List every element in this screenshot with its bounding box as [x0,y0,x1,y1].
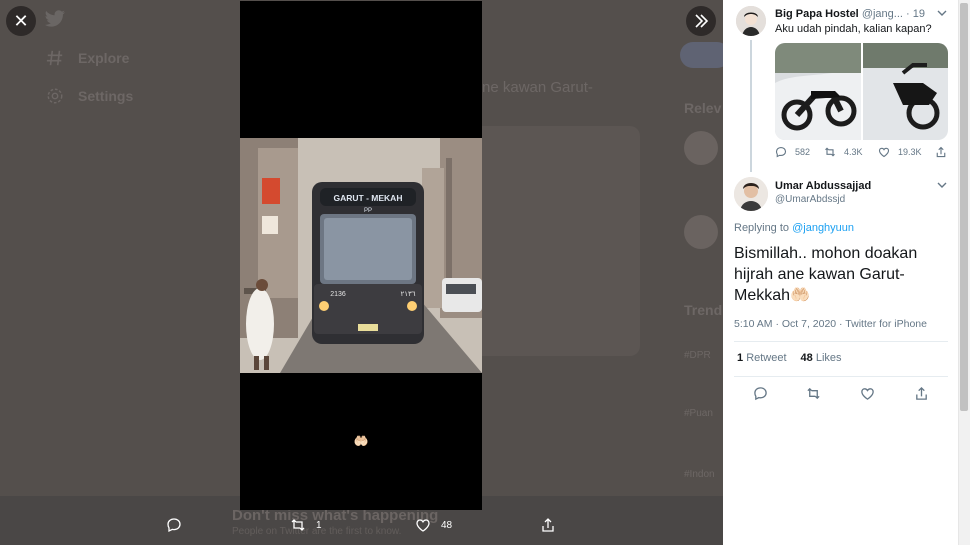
media-emoji: 🤲🏻 [353,434,369,448]
reply-button[interactable] [753,386,768,406]
bg-avatar [684,131,718,165]
reply-button[interactable]: 582 [775,146,810,158]
chevron-down-icon[interactable] [937,180,947,193]
motorcycle-photo-1[interactable] [775,43,861,140]
bg-relevant-title: Relev [684,100,722,116]
share-icon [936,146,946,158]
nav-settings[interactable]: Settings [46,87,133,105]
bg-trend-tag: #DPR [684,350,711,361]
tweet-actions: 582 4.3K 19.3K [775,146,950,162]
retweet-icon [807,387,820,400]
author-handle[interactable]: @UmarAbdssjd [775,194,845,205]
retweet-button[interactable]: 1 [290,517,322,533]
bus-photo: GARUT - MEKAH PP 2136 ٢١٣٦ [240,138,482,373]
collapse-panel-button[interactable] [686,6,716,36]
heart-icon [878,147,890,158]
bg-tweet-fragment: ne kawan Garut- [482,79,593,96]
bus-number-left: 2136 [330,291,346,298]
tweet-time[interactable]: 19h [913,8,925,20]
retweet-stat-count: 1 [737,352,744,364]
replying-to-prefix: Replying to [734,222,793,234]
scrollbar-thumb[interactable] [960,3,968,411]
retweet-button[interactable]: 4.3K [824,146,863,158]
bus-sign: GARUT - MEKAH [334,193,403,203]
close-button[interactable]: ✕ [6,6,36,36]
avatar[interactable] [736,6,766,36]
author-name[interactable]: Umar Abdussajjad [775,180,871,192]
bg-trend-tag: #Indon [684,469,715,480]
bg-avatar [684,215,718,249]
replying-to-link[interactable]: @janghyuun [792,222,854,234]
divider [734,341,948,342]
tweet-actions [734,386,948,404]
retweet-icon [291,519,305,531]
like-button[interactable]: 19.3K [878,146,922,158]
share-icon [916,386,927,400]
bg-trend-tag: #Puan [684,408,713,419]
bg-media-card [482,126,640,356]
close-icon: ✕ [13,10,29,31]
bg-trends-title: Trend [684,302,723,318]
retweet-count: 1 [316,519,322,531]
like-count: 48 [441,519,453,531]
nav-explore[interactable]: Explore [46,49,129,67]
share-button[interactable] [540,517,556,533]
nav-explore-label: Explore [78,50,130,66]
separator: · [906,8,910,20]
gear-icon [47,88,63,104]
like-button[interactable]: 48 [415,517,452,533]
motorcycle-photo-2[interactable] [863,43,948,140]
author-name[interactable]: Big Papa Hostel [775,8,859,20]
share-button[interactable] [914,386,929,406]
media-image: GARUT - MEKAH PP 2136 ٢١٣٦ 🤲🏻 [240,1,482,510]
like-stat[interactable]: 48 Likes [801,352,842,364]
bus-number-right: ٢١٣٦ [400,291,415,298]
share-icon [542,518,554,532]
tweet-text: Aku udah pindah, kalian kapan? [775,23,932,35]
reply-icon [167,518,181,533]
like-stat-count: 48 [800,352,813,364]
divider [734,376,948,377]
like-stat-label: Likes [815,352,842,364]
retweet-stat[interactable]: 1 Retweet [737,352,787,364]
tweet-text: Bismillah.. mohon doakan hijrah ane kawa… [734,245,918,304]
hash-icon [46,50,63,66]
retweet-icon [825,147,835,157]
reply-count: 582 [795,147,811,157]
chevron-double-right-icon [695,14,709,28]
bus-sign-sub: PP [364,208,372,214]
tweet-meta[interactable]: 5:10 AM · Oct 7, 2020 · Twitter for iPho… [734,318,927,330]
replying-to: Replying to @janghyuun [734,222,854,234]
tweet-media[interactable] [775,43,948,140]
retweet-count: 4.3K [844,147,863,157]
reply-icon [775,146,787,158]
retweet-stat-label: Retweet [746,352,787,364]
heart-icon [861,388,874,400]
tweet-header: Big Papa Hostel @jang... · 19h [775,8,925,20]
tweet-stats: 1 Retweet 48 Likes [737,352,842,364]
media-action-bar: 1 48 [150,517,570,539]
reply-icon [754,387,767,401]
nav-settings-label: Settings [78,88,134,104]
heart-icon [416,519,430,532]
avatar[interactable] [734,177,768,211]
retweet-button[interactable] [806,386,821,406]
share-button[interactable] [935,146,947,158]
twitter-logo-icon [44,10,65,27]
like-button[interactable] [860,386,875,406]
like-count: 19.3K [898,147,922,157]
reply-button[interactable] [166,517,182,533]
thread-line [750,40,752,172]
author-handle[interactable]: @jang... [862,8,903,20]
chevron-down-icon[interactable] [937,8,947,21]
